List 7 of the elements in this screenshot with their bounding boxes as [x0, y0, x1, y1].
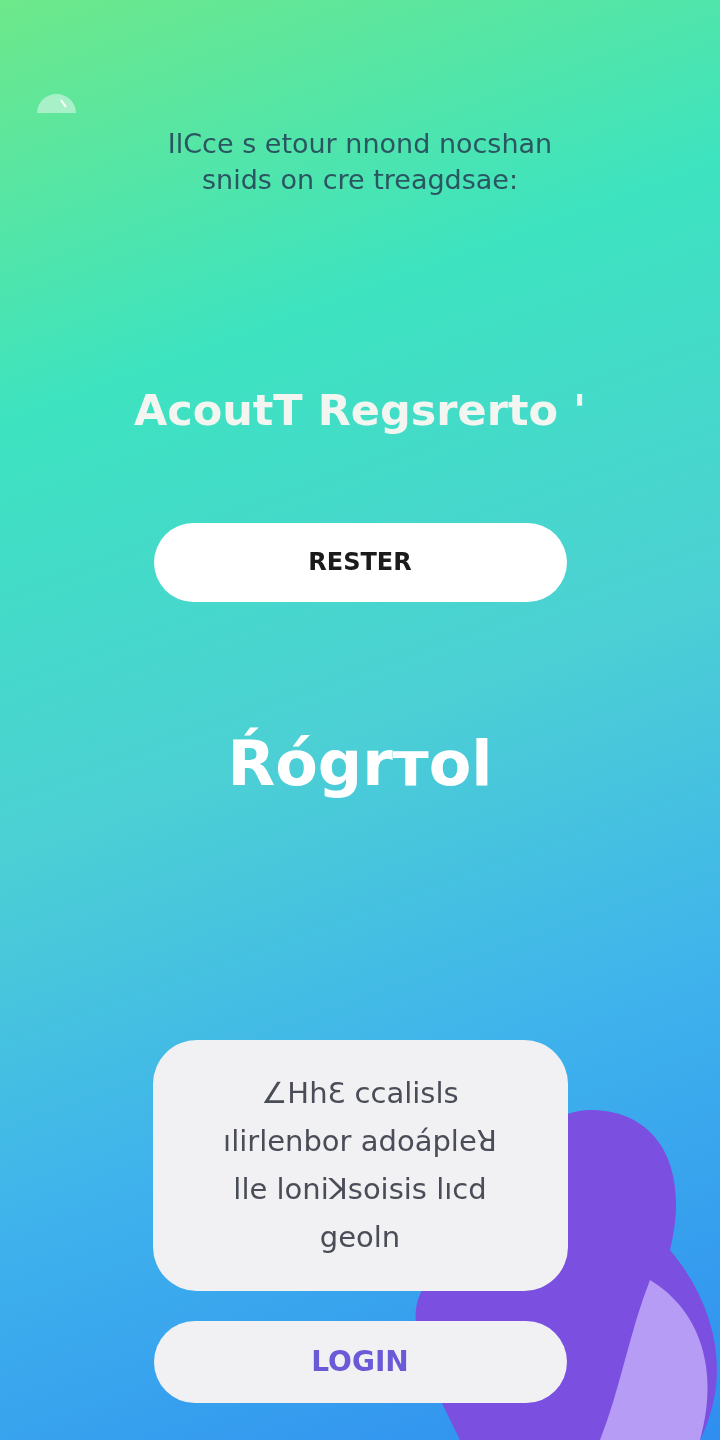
login-button[interactable]: LOGIN: [153, 1320, 567, 1403]
dome-icon: [36, 93, 77, 114]
page-title: AcoutT Regsrerto ': [133, 384, 587, 437]
subtitle-text: IlCce s etour nnond nocshan snids on cre treagdsae:: [167, 127, 553, 197]
register-button[interactable]: RESTER: [153, 522, 567, 602]
logo-text: Ŕógrтol: [227, 725, 493, 802]
info-text: ∠HhƐ ᴄcalisls ılirlenbor adoápleꓤ lle loniꓘsoisis lıcd geoln: [223, 1075, 497, 1256]
